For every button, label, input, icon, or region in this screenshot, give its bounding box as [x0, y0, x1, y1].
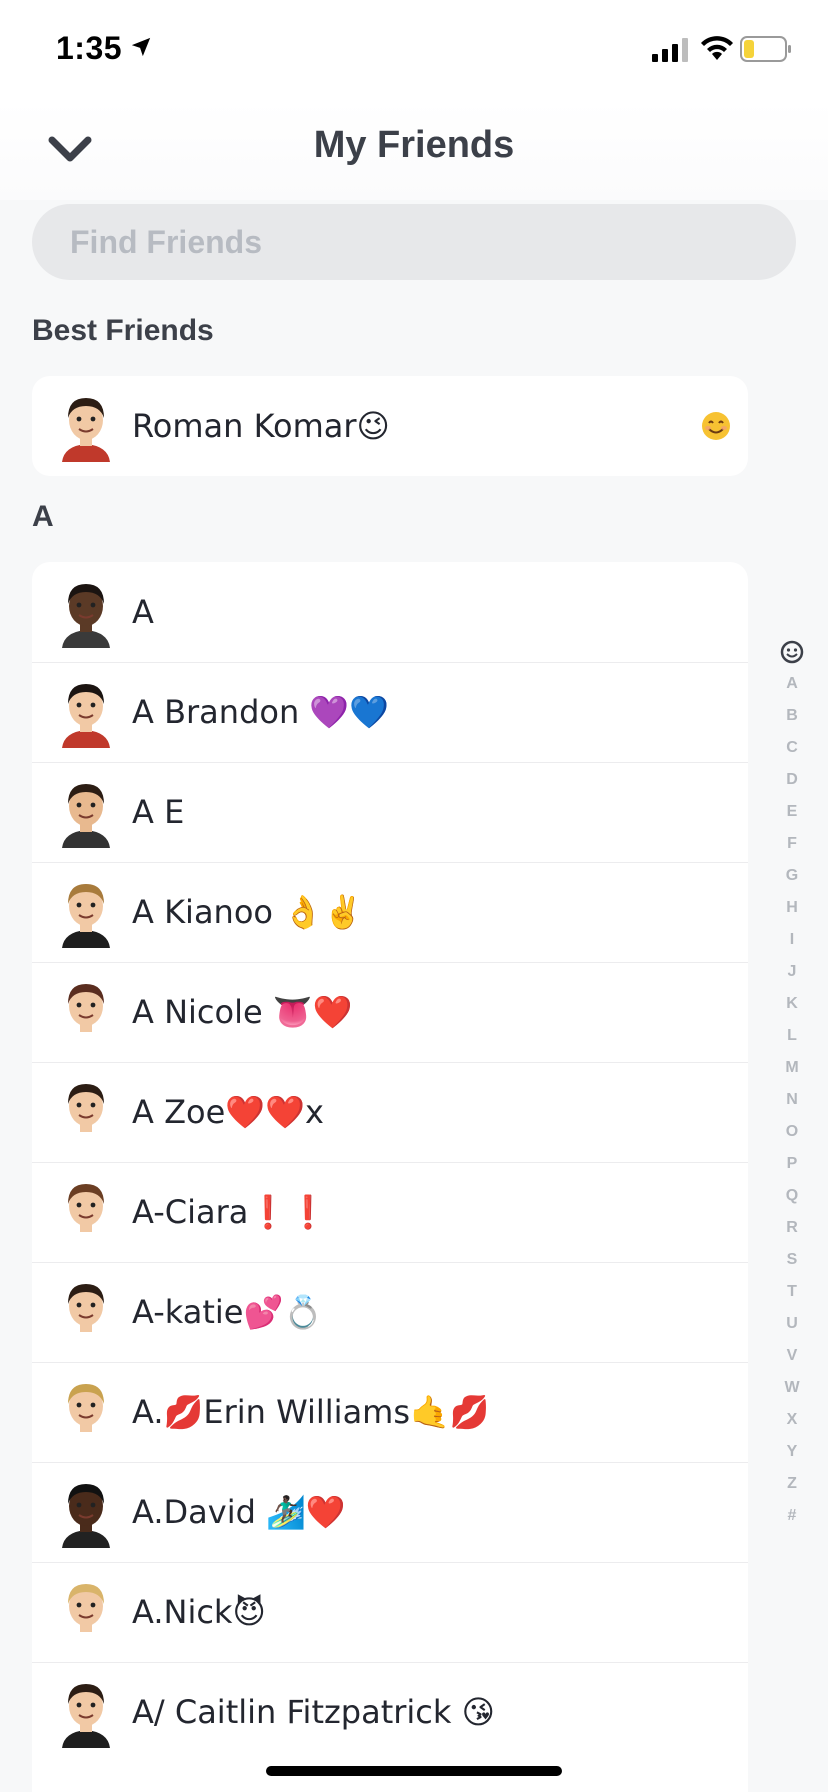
- index-letter[interactable]: P: [776, 1148, 808, 1180]
- index-letter[interactable]: E: [776, 796, 808, 828]
- friend-name: A.💋Erin Williams🤙💋: [132, 1393, 490, 1431]
- index-letter[interactable]: Z: [776, 1468, 808, 1500]
- index-letter[interactable]: N: [776, 1084, 808, 1116]
- index-letter[interactable]: L: [776, 1020, 808, 1052]
- friend-name: A-katie💕💍: [132, 1293, 324, 1331]
- avatar-icon: [62, 1284, 110, 1348]
- friend-name: A Brandon 💜💙: [132, 693, 390, 731]
- index-letter[interactable]: Y: [776, 1436, 808, 1468]
- avatar-icon: [62, 884, 110, 948]
- friend-name: Roman Komar😉: [132, 407, 390, 445]
- header: My Friends: [0, 100, 828, 200]
- index-letter[interactable]: R: [776, 1212, 808, 1244]
- status-time: 1:35: [56, 30, 123, 66]
- index-letter[interactable]: K: [776, 988, 808, 1020]
- friend-row[interactable]: A Zoe❤️❤️x: [32, 1062, 748, 1162]
- status-bar: 1:35: [0, 0, 828, 100]
- friend-row[interactable]: A.Nick😈: [32, 1562, 748, 1662]
- friend-row[interactable]: A Brandon 💜💙: [32, 662, 748, 762]
- friend-name: A/ Caitlin Fitzpatrick 😘: [132, 1693, 495, 1731]
- battery-low-icon: [740, 36, 791, 62]
- avatar-icon: [62, 1584, 110, 1648]
- location-arrow-icon: [131, 37, 151, 57]
- home-indicator: [266, 1766, 562, 1776]
- avatar-icon: [62, 784, 110, 848]
- friend-name: A Kianoo 👌✌️: [132, 893, 363, 931]
- index-letter[interactable]: O: [776, 1116, 808, 1148]
- index-letter[interactable]: B: [776, 700, 808, 732]
- wifi-icon: [701, 36, 733, 60]
- avatar-icon: [62, 984, 110, 1048]
- friend-name: A.Nick😈: [132, 1593, 266, 1631]
- index-letter[interactable]: J: [776, 956, 808, 988]
- friend-row[interactable]: A-katie💕💍: [32, 1262, 748, 1362]
- friend-name: A Nicole 👅❤️: [132, 993, 353, 1031]
- page-title: My Friends: [313, 124, 515, 166]
- index-letter[interactable]: H: [776, 892, 808, 924]
- avatar-icon: [62, 1184, 110, 1248]
- friend-name: A E: [132, 793, 185, 831]
- index-letter[interactable]: X: [776, 1404, 808, 1436]
- friend-row[interactable]: A.💋Erin Williams🤙💋: [32, 1362, 748, 1462]
- avatar-icon: [62, 1084, 110, 1148]
- index-letter[interactable]: F: [776, 828, 808, 860]
- friend-name: A Zoe❤️❤️x: [132, 1093, 324, 1131]
- index-letter[interactable]: V: [776, 1340, 808, 1372]
- friend-row[interactable]: A E: [32, 762, 748, 862]
- friend-row[interactable]: A-Ciara❗️❗️: [32, 1162, 748, 1262]
- index-letter[interactable]: S: [776, 1244, 808, 1276]
- friend-name: A.David 🏄🏿‍♂️❤️: [132, 1493, 346, 1531]
- index-letter[interactable]: T: [776, 1276, 808, 1308]
- best-friends-heading: Best Friends: [32, 314, 214, 347]
- index-letter[interactable]: I: [776, 924, 808, 956]
- avatar-icon: [62, 1384, 110, 1448]
- index-letter[interactable]: D: [776, 764, 808, 796]
- section-heading-a: A: [32, 500, 54, 533]
- avatar-icon: [62, 1684, 110, 1748]
- friend-row[interactable]: A Kianoo 👌✌️: [32, 862, 748, 962]
- avatar-icon: [62, 1484, 110, 1548]
- friend-row[interactable]: A: [32, 562, 748, 662]
- avatar-icon: [62, 684, 110, 748]
- index-letter[interactable]: Q: [776, 1180, 808, 1212]
- index-letter[interactable]: U: [776, 1308, 808, 1340]
- index-letter[interactable]: #: [776, 1500, 808, 1532]
- index-letter[interactable]: C: [776, 732, 808, 764]
- friend-row[interactable]: A/ Caitlin Fitzpatrick 😘: [32, 1662, 748, 1762]
- smiling-face-emoji-icon: [702, 412, 730, 440]
- alphabet-index[interactable]: A B C D E F G H I J K L M N O P Q R S T U V W X Y Z #: [776, 640, 808, 1532]
- friend-row[interactable]: A.David 🏄🏿‍♂️❤️: [32, 1462, 748, 1562]
- friend-name: A: [132, 593, 154, 631]
- cellular-signal-icon: [652, 38, 688, 62]
- find-friends-search-input[interactable]: [32, 204, 796, 280]
- friend-row[interactable]: A Nicole 👅❤️: [32, 962, 748, 1062]
- best-friends-card: Roman Komar😉: [32, 376, 748, 476]
- avatar-icon: [62, 584, 110, 648]
- friends-list-card: A A Brandon 💜💙 A E A Kianoo 👌✌️ A Nicole 👅❤️…: [32, 562, 748, 1792]
- index-letter[interactable]: G: [776, 860, 808, 892]
- friend-name: A-Ciara❗️❗️: [132, 1193, 329, 1231]
- smiley-index-icon[interactable]: [780, 640, 804, 664]
- friend-row[interactable]: Roman Komar😉: [32, 376, 748, 476]
- index-letter[interactable]: A: [776, 668, 808, 700]
- index-letter[interactable]: W: [776, 1372, 808, 1404]
- index-letter[interactable]: M: [776, 1052, 808, 1084]
- avatar-icon: [62, 398, 110, 462]
